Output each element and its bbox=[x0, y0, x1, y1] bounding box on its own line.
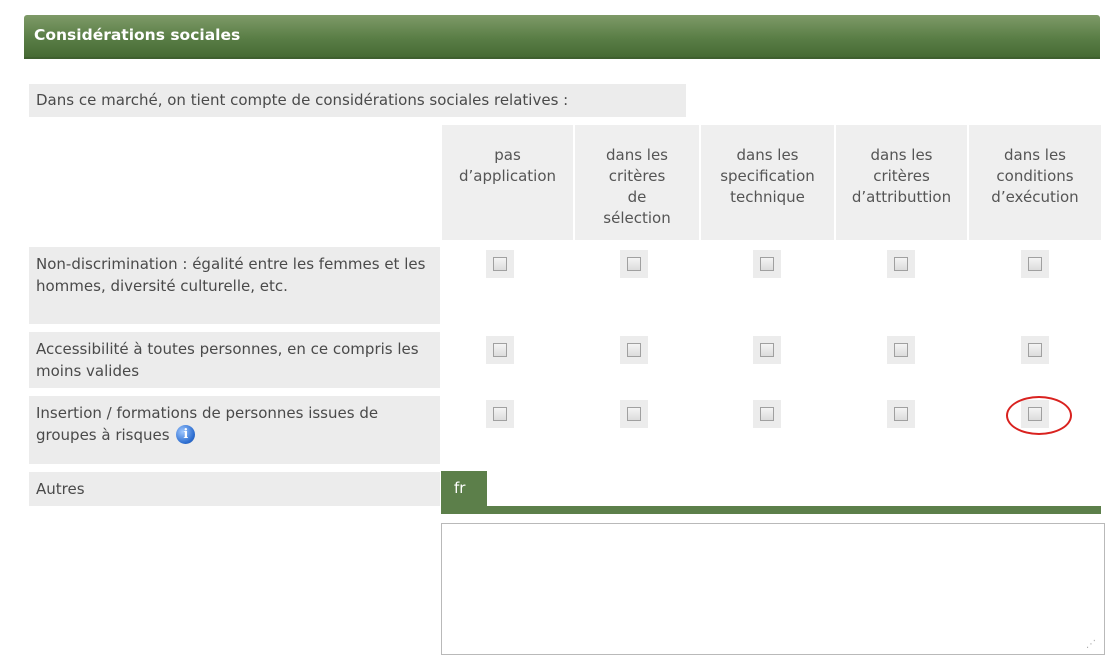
checkbox-non-discrimination-execution[interactable] bbox=[1028, 257, 1042, 271]
checkbox-cell bbox=[1021, 250, 1049, 278]
checkbox-cell bbox=[753, 250, 781, 278]
checkbox-cell bbox=[620, 250, 648, 278]
checkbox-non-discrimination-specification[interactable] bbox=[760, 257, 774, 271]
checkbox-non-discrimination-pas-application[interactable] bbox=[493, 257, 507, 271]
row-label-non-discrimination: Non-discrimination : égalité entre les f… bbox=[29, 247, 440, 324]
checkbox-cell bbox=[887, 250, 915, 278]
row-label-insertion: Insertion / formations de personnes issu… bbox=[29, 396, 440, 464]
checkbox-cell bbox=[753, 336, 781, 364]
checkbox-cell bbox=[486, 400, 514, 428]
checkbox-cell bbox=[1021, 336, 1049, 364]
checkbox-non-discrimination-attribution[interactable] bbox=[894, 257, 908, 271]
col-header-criteres-attribution: dans les critères d’attributtion bbox=[834, 125, 967, 240]
checkbox-cell bbox=[486, 250, 514, 278]
checkbox-non-discrimination-selection[interactable] bbox=[627, 257, 641, 271]
info-icon[interactable]: i bbox=[176, 425, 196, 444]
checkbox-cell bbox=[753, 400, 781, 428]
col-header-pas-application: pas d’application bbox=[440, 125, 573, 240]
checkbox-cell bbox=[620, 336, 648, 364]
checkbox-accessibilite-attribution[interactable] bbox=[894, 343, 908, 357]
checkbox-accessibilite-pas-application[interactable] bbox=[493, 343, 507, 357]
tab-bar-underline bbox=[441, 506, 1101, 514]
checkbox-accessibilite-selection[interactable] bbox=[627, 343, 641, 357]
checkbox-cell bbox=[486, 336, 514, 364]
tab-language-fr[interactable]: fr bbox=[441, 471, 487, 506]
checkbox-cell bbox=[1021, 400, 1049, 428]
checkbox-accessibilite-execution[interactable] bbox=[1028, 343, 1042, 357]
checkbox-insertion-execution[interactable] bbox=[1028, 407, 1042, 421]
col-header-specification-technique: dans les specification technique bbox=[699, 125, 834, 240]
autres-textarea[interactable] bbox=[441, 523, 1105, 655]
section-header: Considérations sociales bbox=[24, 15, 1100, 59]
checkbox-cell bbox=[620, 400, 648, 428]
checkbox-insertion-attribution[interactable] bbox=[894, 407, 908, 421]
checkbox-accessibilite-specification[interactable] bbox=[760, 343, 774, 357]
checkbox-insertion-specification[interactable] bbox=[760, 407, 774, 421]
col-header-conditions-execution: dans les conditions d’exécution bbox=[967, 125, 1101, 240]
col-header-criteres-selection: dans les critères de sélection bbox=[573, 125, 699, 240]
resize-grip-icon[interactable]: ⋰ bbox=[1086, 638, 1100, 652]
row-label-accessibilite: Accessibilité à toutes personnes, en ce … bbox=[29, 332, 440, 388]
checkbox-insertion-pas-application[interactable] bbox=[493, 407, 507, 421]
section-title: Considérations sociales bbox=[34, 26, 241, 44]
checkbox-cell bbox=[887, 400, 915, 428]
checkbox-insertion-selection[interactable] bbox=[627, 407, 641, 421]
checkbox-cell bbox=[887, 336, 915, 364]
row-label-autres: Autres bbox=[29, 472, 440, 506]
intro-text: Dans ce marché, on tient compte de consi… bbox=[29, 84, 686, 117]
